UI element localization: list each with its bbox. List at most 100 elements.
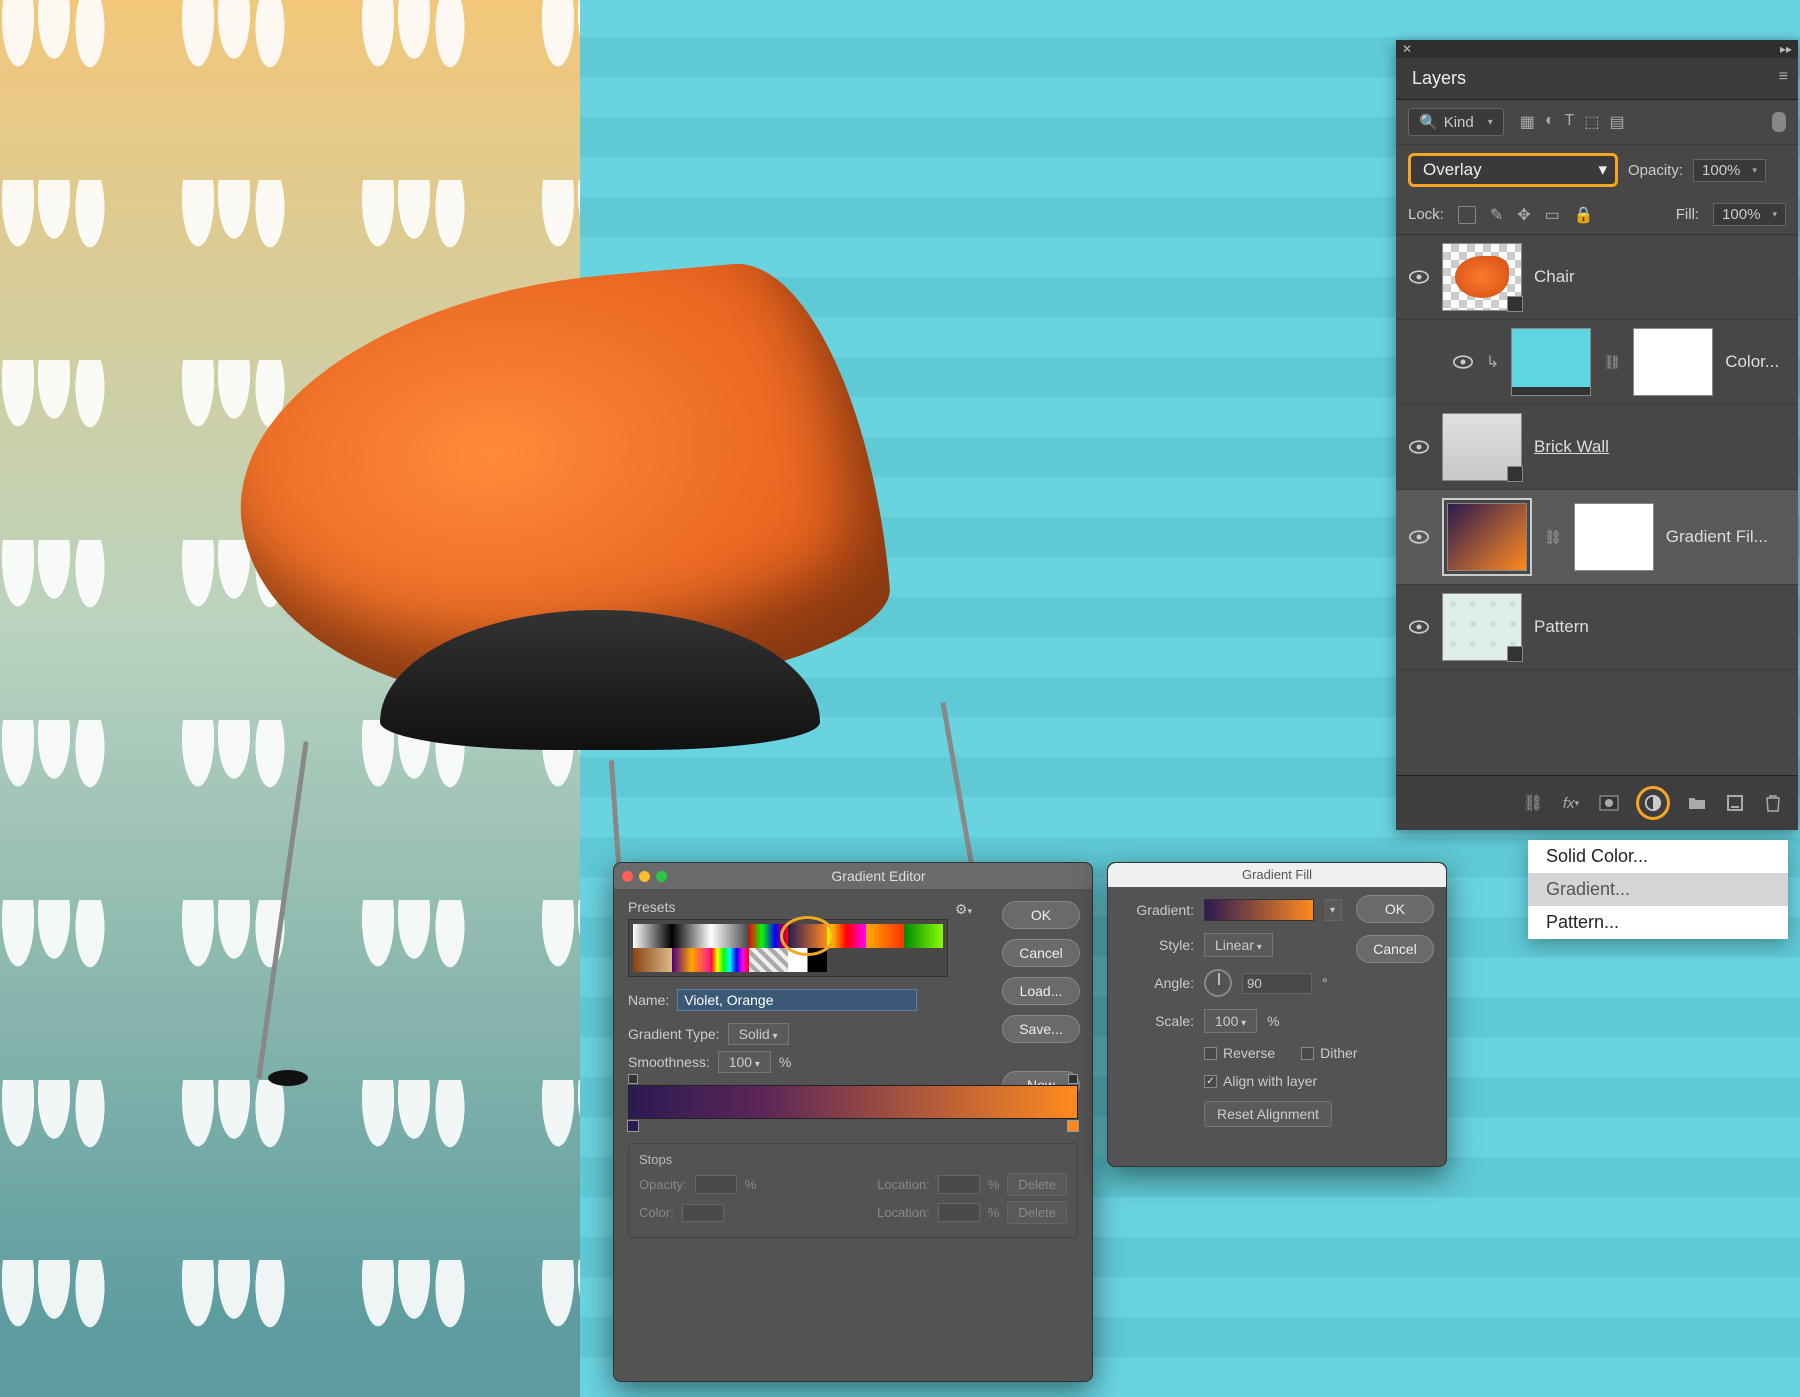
- filter-pixel-icon[interactable]: ▦: [1520, 112, 1535, 132]
- preset-swatch[interactable]: [633, 924, 672, 948]
- preset-swatch[interactable]: [711, 948, 750, 972]
- filter-type-icon[interactable]: T: [1565, 112, 1575, 132]
- cancel-button[interactable]: Cancel: [1356, 935, 1434, 963]
- layer-thumbnail[interactable]: [1511, 328, 1591, 396]
- filter-shape-icon[interactable]: ⬚: [1584, 112, 1599, 132]
- lock-all-icon[interactable]: 🔒: [1574, 205, 1594, 225]
- gradient-swatch[interactable]: [1204, 899, 1314, 921]
- filter-smart-icon[interactable]: ▤: [1609, 112, 1624, 132]
- lock-move-icon[interactable]: ✥: [1517, 205, 1530, 225]
- reverse-checkbox[interactable]: Reverse: [1204, 1045, 1275, 1061]
- layer-name[interactable]: Gradient Fil...: [1666, 527, 1786, 547]
- add-mask-icon[interactable]: [1598, 792, 1620, 814]
- smoothness-input[interactable]: 100: [718, 1051, 771, 1073]
- layer-name[interactable]: Pattern: [1534, 617, 1786, 637]
- layer-thumbnail[interactable]: [1442, 593, 1522, 661]
- menu-item-solid-color[interactable]: Solid Color...: [1528, 840, 1788, 873]
- blend-mode-dropdown[interactable]: Overlay▾: [1408, 153, 1618, 187]
- collapse-icon[interactable]: ▸▸: [1780, 42, 1792, 56]
- dialog-titlebar[interactable]: Gradient Editor: [614, 863, 1092, 889]
- opacity-value[interactable]: 100%: [1693, 159, 1766, 182]
- preset-swatch[interactable]: [866, 924, 905, 948]
- visibility-toggle[interactable]: [1408, 616, 1430, 638]
- lock-brush-icon[interactable]: ✎: [1490, 205, 1503, 225]
- visibility-toggle[interactable]: [1452, 351, 1474, 373]
- preset-swatch-selected[interactable]: [788, 924, 827, 948]
- preset-swatch[interactable]: [672, 948, 711, 972]
- mask-link-icon[interactable]: ⛓: [1603, 354, 1621, 371]
- filter-adjustment-icon[interactable]: ◐: [1545, 112, 1555, 132]
- layer-item-brick-wall[interactable]: Brick Wall: [1396, 405, 1798, 490]
- preset-swatch[interactable]: [711, 924, 750, 948]
- gradient-type-dropdown[interactable]: Solid: [728, 1023, 789, 1045]
- visibility-toggle[interactable]: [1408, 526, 1430, 548]
- visibility-toggle[interactable]: [1408, 266, 1430, 288]
- mask-link-icon[interactable]: ⛓: [1544, 529, 1562, 546]
- close-icon[interactable]: ✕: [1402, 42, 1412, 56]
- ok-button[interactable]: OK: [1356, 895, 1434, 923]
- color-stop-right[interactable]: [1067, 1120, 1079, 1132]
- new-adjustment-layer-icon[interactable]: [1636, 786, 1670, 820]
- layer-name[interactable]: Chair: [1534, 267, 1786, 287]
- layer-fx-icon[interactable]: fx▾: [1560, 792, 1582, 814]
- chair-layer-render: [120, 140, 980, 900]
- preset-swatch[interactable]: [633, 948, 672, 972]
- layer-item-color[interactable]: ↳ ⛓ Color...: [1396, 320, 1798, 405]
- opacity-stop-input[interactable]: [695, 1175, 737, 1194]
- delete-opacity-stop-button[interactable]: Delete: [1007, 1173, 1067, 1196]
- window-zoom-icon[interactable]: [656, 871, 667, 882]
- filter-kind-dropdown[interactable]: 🔍Kind: [1408, 108, 1504, 136]
- dither-checkbox[interactable]: Dither: [1301, 1045, 1357, 1061]
- layer-item-pattern[interactable]: Pattern: [1396, 585, 1798, 670]
- preset-swatch[interactable]: [672, 924, 711, 948]
- lock-artboard-icon[interactable]: ▭: [1545, 205, 1560, 225]
- new-group-icon[interactable]: [1686, 792, 1708, 814]
- mask-thumbnail[interactable]: [1633, 328, 1713, 396]
- gradient-name-input[interactable]: Violet, Orange: [677, 989, 917, 1011]
- filter-toggle[interactable]: [1772, 112, 1786, 132]
- gradient-dropdown-icon[interactable]: ▾: [1324, 899, 1342, 921]
- link-layers-icon[interactable]: ⛓: [1522, 792, 1544, 814]
- mask-thumbnail[interactable]: [1574, 503, 1654, 571]
- delete-layer-icon[interactable]: [1762, 792, 1784, 814]
- angle-dial[interactable]: [1204, 969, 1232, 997]
- scale-input[interactable]: 100: [1204, 1009, 1257, 1033]
- layer-thumbnail[interactable]: [1442, 243, 1522, 311]
- location-stop-input[interactable]: [938, 1175, 980, 1194]
- lock-transparency-icon[interactable]: [1458, 206, 1476, 224]
- gradient-ramp[interactable]: [628, 1085, 1078, 1119]
- menu-item-pattern[interactable]: Pattern...: [1528, 906, 1788, 939]
- layer-name[interactable]: Brick Wall: [1534, 437, 1786, 457]
- layers-tab[interactable]: Layers: [1396, 58, 1482, 99]
- angle-input[interactable]: [1242, 973, 1312, 994]
- layer-name[interactable]: Color...: [1725, 352, 1786, 372]
- cancel-button[interactable]: Cancel: [1002, 939, 1080, 967]
- presets-gear-icon[interactable]: ⚙▾: [955, 901, 972, 918]
- color-stop-left[interactable]: [627, 1120, 639, 1132]
- opacity-stop-label: Opacity:: [639, 1177, 687, 1192]
- location-color-input[interactable]: [938, 1203, 980, 1222]
- layer-item-gradient-fill[interactable]: ⛓ Gradient Fil...: [1396, 490, 1798, 585]
- align-with-layer-checkbox[interactable]: ✓Align with layer: [1204, 1073, 1317, 1089]
- layer-thumbnail[interactable]: [1442, 413, 1522, 481]
- opacity-stop-left[interactable]: [628, 1074, 638, 1084]
- ok-button[interactable]: OK: [1002, 901, 1080, 929]
- layer-item-chair[interactable]: Chair: [1396, 235, 1798, 320]
- save-button[interactable]: Save...: [1002, 1015, 1080, 1043]
- window-close-icon[interactable]: [622, 871, 633, 882]
- preset-swatch[interactable]: [904, 924, 943, 948]
- window-minimize-icon[interactable]: [639, 871, 650, 882]
- color-stop-input[interactable]: [682, 1204, 724, 1222]
- fill-value[interactable]: 100%: [1713, 203, 1786, 226]
- opacity-stop-right[interactable]: [1068, 1074, 1078, 1084]
- delete-color-stop-button[interactable]: Delete: [1007, 1201, 1067, 1224]
- menu-item-gradient[interactable]: Gradient...: [1528, 873, 1788, 906]
- reset-alignment-button[interactable]: Reset Alignment: [1204, 1101, 1332, 1127]
- panel-menu-icon[interactable]: ≡: [1769, 58, 1798, 96]
- load-button[interactable]: Load...: [1002, 977, 1080, 1005]
- visibility-toggle[interactable]: [1408, 436, 1430, 458]
- style-dropdown[interactable]: Linear: [1204, 933, 1273, 957]
- new-layer-icon[interactable]: [1724, 792, 1746, 814]
- layer-thumbnail[interactable]: [1447, 503, 1527, 571]
- preset-swatch[interactable]: [749, 948, 788, 972]
